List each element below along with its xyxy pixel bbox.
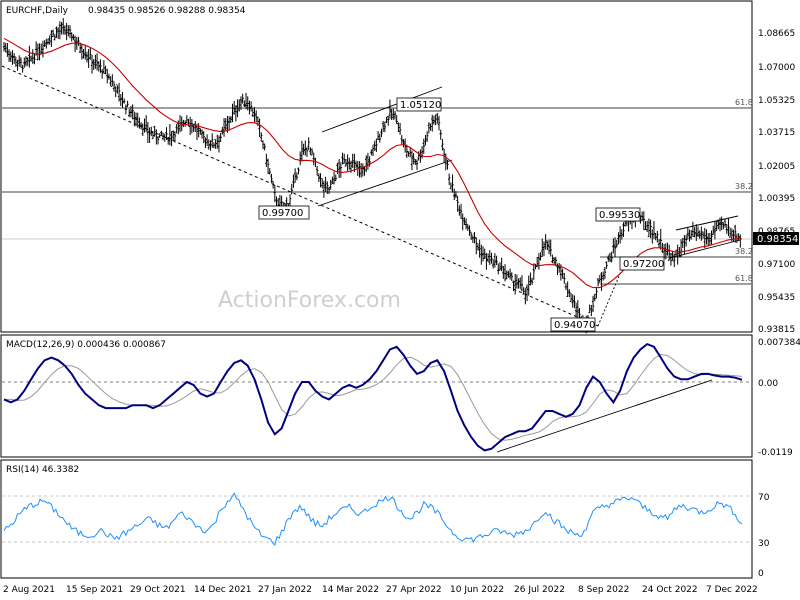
price-y-tick: 1.05325: [758, 96, 795, 106]
price-title-ohlc: 0.98435 0.98526 0.98288 0.98354: [88, 6, 246, 16]
price-y-tick: 1.03715: [758, 128, 795, 138]
fib-label: 61.8: [735, 274, 753, 283]
moving-average-line: [3, 37, 742, 289]
price-y-axis: 1.08665 1.07000 1.05325 1.03715 1.02005 …: [758, 29, 795, 335]
price-bars: [2, 18, 742, 334]
price-y-tick: 0.93815: [758, 325, 795, 335]
macd-y-tick: 0.007384: [758, 338, 800, 348]
annotation-label: 0.94070: [554, 320, 595, 331]
annotation-0-97200: 0.97200: [619, 256, 665, 271]
price-title-symbol: EURCHF,Daily: [6, 6, 69, 16]
annotation-0-99700: 0.99700: [258, 205, 310, 220]
x-tick: 7 Dec 2022: [706, 585, 758, 595]
x-tick: 15 Sep 2021: [66, 585, 123, 595]
x-axis: 2 Aug 2021 15 Sep 2021 29 Oct 2021 14 De…: [3, 585, 758, 595]
x-tick: 29 Oct 2021: [130, 585, 186, 595]
x-tick: 24 Oct 2022: [642, 585, 698, 595]
price-y-tick: 1.07000: [758, 63, 795, 73]
x-tick: 27 Jan 2022: [258, 585, 312, 595]
channel-lower-line: [317, 159, 453, 207]
price-y-tick: 1.00395: [758, 194, 795, 204]
fib-label: 61.8: [735, 98, 753, 107]
annotation-1-05120: 1.05120: [396, 97, 442, 112]
x-tick: 8 Sep 2022: [578, 585, 629, 595]
x-tick: 10 Jun 2022: [450, 585, 504, 595]
watermark: ActionForex.com: [218, 288, 401, 313]
fib-label: 38.2: [735, 182, 753, 191]
x-tick: 2 Aug 2021: [3, 585, 55, 595]
rsi-y-tick: 70: [758, 493, 770, 503]
macd-signal-line: [4, 353, 743, 441]
x-tick: 26 Jul 2022: [514, 585, 565, 595]
fib-label: 38.2: [735, 247, 753, 256]
current-price-tag: 0.98354: [753, 232, 799, 245]
current-price-label: 0.98354: [757, 234, 798, 245]
rsi-title: RSI(14) 46.3382: [6, 465, 79, 475]
annotation-0-94070: 0.94070: [550, 317, 596, 332]
x-tick: 27 Apr 2022: [386, 585, 442, 595]
chart-root: ActionForex.com EURCHF,Daily 0.98435 0.9…: [0, 0, 800, 595]
rsi-y-tick: 30: [758, 539, 770, 549]
annotation-label: 0.99530: [599, 210, 640, 221]
rsi-panel-frame: [0, 459, 753, 579]
macd-title: MACD(12,26,9) 0.000436 0.000867: [6, 340, 166, 350]
annotation-label: 0.97200: [623, 259, 664, 270]
price-y-tick: 0.95435: [758, 293, 795, 303]
x-tick: 14 Dec 2021: [194, 585, 252, 595]
macd-y-tick: -0.0119: [758, 448, 793, 458]
price-y-tick: 1.08665: [758, 29, 795, 39]
price-y-tick: 0.97100: [758, 260, 795, 270]
price-y-tick: 1.02005: [758, 162, 795, 172]
rise-trendline: [597, 261, 626, 327]
macd-y-tick: 0.00: [758, 379, 778, 389]
annotation-0-99530: 0.99530: [595, 207, 641, 222]
x-tick: 14 Mar 2022: [322, 585, 379, 595]
annotation-label: 1.05120: [400, 100, 441, 111]
dashed-trendline: [1, 65, 599, 327]
annotation-label: 0.99700: [262, 208, 303, 219]
macd-panel-frame: [0, 334, 753, 458]
rsi-line: [3, 492, 743, 546]
macd-line: [3, 342, 743, 452]
rsi-y-tick: 0: [758, 569, 764, 579]
price-panel-frame: [0, 0, 753, 333]
